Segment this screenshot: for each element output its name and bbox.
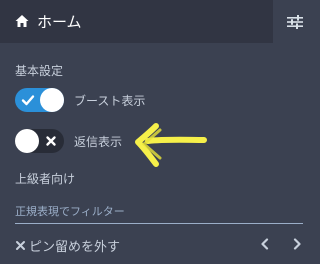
x-icon: [46, 136, 56, 146]
toggle-knob: [40, 88, 64, 112]
toggle-knob: [15, 129, 39, 153]
move-column-left-button[interactable]: [257, 236, 273, 252]
reply-toggle-label: 返信表示: [74, 134, 123, 149]
column-title-text: ホーム: [37, 12, 82, 31]
unpin-button[interactable]: ピン留めを外す: [15, 236, 120, 255]
check-icon: [21, 95, 35, 106]
sliders-icon: [286, 14, 303, 29]
column-header[interactable]: ホーム: [0, 0, 316, 43]
section-basic-settings: 基本設定: [15, 64, 64, 78]
highlight-arrow-annotation: [135, 123, 207, 167]
column-settings-panel: ホーム 基本設定 ブースト表示 返信表示 上級者向け 正規表現でフィルター ピン…: [0, 0, 316, 264]
reply-toggle[interactable]: [15, 129, 64, 153]
reply-toggle-row[interactable]: 返信表示: [15, 129, 122, 153]
chevron-right-icon: [293, 238, 301, 250]
boost-toggle-label: ブースト表示: [74, 93, 146, 108]
section-advanced-settings: 上級者向け: [15, 172, 76, 186]
column-title[interactable]: ホーム: [15, 9, 82, 33]
home-icon: [15, 15, 29, 27]
move-column-right-button[interactable]: [289, 236, 305, 252]
boost-toggle-row[interactable]: ブースト表示: [15, 88, 145, 112]
unpin-button-label: ピン留めを外す: [29, 240, 121, 255]
column-settings-button[interactable]: [273, 0, 316, 43]
regex-filter-input[interactable]: [15, 200, 303, 224]
boost-toggle[interactable]: [15, 88, 64, 112]
chevron-left-icon: [261, 238, 269, 250]
close-icon: [16, 241, 25, 250]
